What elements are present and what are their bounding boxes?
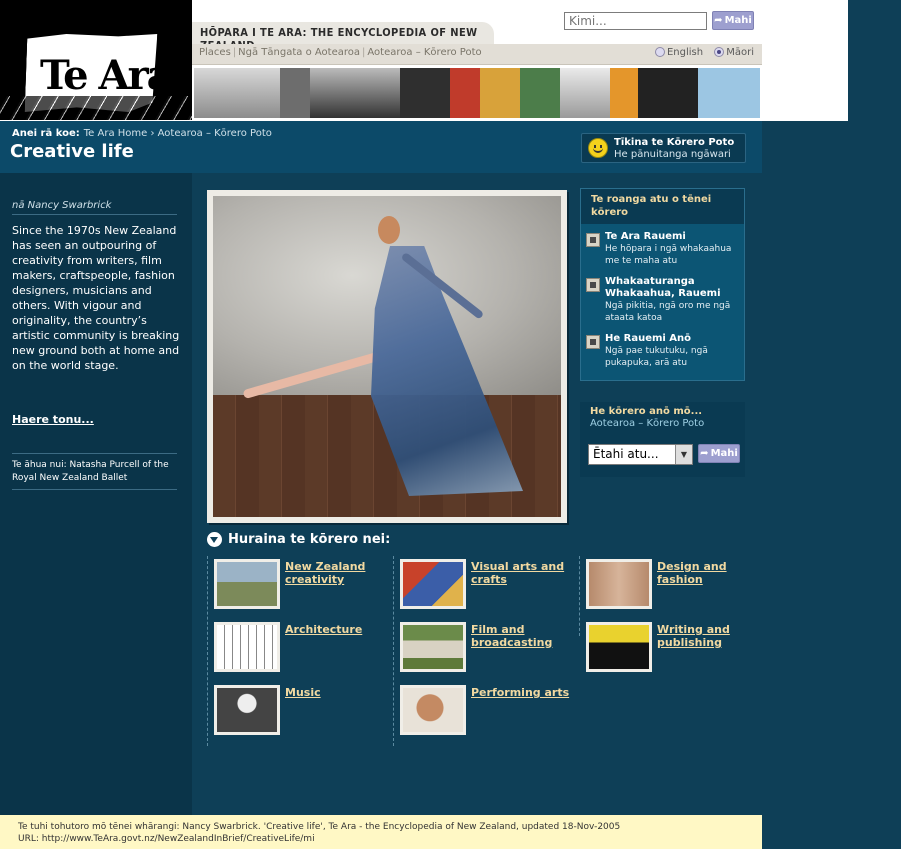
nav-link-places[interactable]: Places bbox=[199, 47, 231, 58]
nav-bar: Places | Ngā Tāngata o Aotearoa | Aotearoa –… bbox=[192, 44, 762, 65]
topic-link[interactable]: Design and fashion bbox=[657, 560, 762, 586]
arrow-icon: ➦ bbox=[714, 15, 723, 26]
hero-image-frame bbox=[207, 190, 567, 523]
breadcrumb-links[interactable]: Te Ara Home › Aotearoa – Kōrero Poto bbox=[84, 128, 272, 139]
topic-thumbnail[interactable] bbox=[586, 559, 652, 609]
more-about-header: He kōrero anō mō... bbox=[590, 406, 703, 417]
camera-icon bbox=[586, 278, 600, 292]
easy-read-title: Tīkina te Kōrero Poto bbox=[614, 137, 735, 148]
topic-link[interactable]: New Zealand creativity bbox=[285, 560, 390, 586]
citation-text: Te tuhi tohutoro mō tēnei whārangi: Nanc… bbox=[18, 822, 621, 832]
author-byline: nā Nancy Swarbrick bbox=[12, 200, 177, 215]
english-radio[interactable] bbox=[654, 47, 665, 57]
read-more-link[interactable]: Haere tonu... bbox=[12, 413, 94, 426]
easy-read-subtitle: He pānuitanga ngāwari bbox=[614, 149, 731, 160]
explore-heading-label: Huraina te kōrero nei: bbox=[228, 532, 391, 547]
topic-item[interactable]: Performing arts bbox=[400, 685, 580, 740]
resource-title[interactable]: Te Ara Rauemi bbox=[605, 231, 740, 243]
intro-text: Since the 1970s New Zealand has seen an … bbox=[12, 224, 180, 372]
breadcrumb-label: Anei rā koe: bbox=[12, 128, 80, 139]
topic-item[interactable]: Music bbox=[214, 685, 394, 740]
topic-select-value: Ētahi atu... bbox=[593, 447, 659, 461]
topic-item[interactable]: Visual arts and crafts bbox=[400, 559, 580, 614]
te-ara-logo[interactable]: Te Ara bbox=[0, 0, 192, 120]
explore-heading[interactable]: Huraina te kōrero nei: bbox=[207, 532, 390, 547]
topic-link[interactable]: Performing arts bbox=[471, 686, 576, 699]
topic-thumbnail[interactable] bbox=[214, 622, 280, 672]
column-divider bbox=[207, 556, 208, 746]
resource-item[interactable]: Te Ara Rauemi He hōpara i ngā whakaahua … bbox=[581, 228, 744, 270]
more-about-box: He kōrero anō mō... Aotearoa – Kōrero Po… bbox=[580, 402, 745, 477]
resource-title[interactable]: He Rauemi Anō bbox=[605, 333, 740, 345]
topic-item[interactable]: Design and fashion bbox=[586, 559, 766, 614]
topic-thumbnail[interactable] bbox=[400, 622, 466, 672]
language-switch: English Māori bbox=[647, 47, 754, 58]
easy-read-button[interactable]: Tīkina te Kōrero Poto He pānuitanga ngāw… bbox=[581, 133, 746, 163]
maori-radio[interactable] bbox=[714, 47, 725, 57]
topic-item[interactable]: Architecture bbox=[214, 622, 394, 677]
more-about-sub: Aotearoa – Kōrero Poto bbox=[590, 418, 705, 429]
topic-link[interactable]: Writing and publishing bbox=[657, 623, 762, 649]
topic-link[interactable]: Film and broadcasting bbox=[471, 623, 576, 649]
go-button-label: Mahi bbox=[710, 448, 738, 459]
topic-thumbnail[interactable] bbox=[400, 559, 466, 609]
expand-arrow-icon bbox=[207, 532, 222, 547]
resource-item[interactable]: Whakaaturanga Whakaahua, Rauemi Ngā piki… bbox=[581, 273, 744, 327]
topic-thumbnail[interactable] bbox=[214, 685, 280, 735]
resource-desc: Ngā pae tukutuku, ngā pukapuka, arā atu bbox=[605, 346, 708, 368]
resource-item[interactable]: He Rauemi Anō Ngā pae tukutuku, ngā puka… bbox=[581, 330, 744, 372]
page-title: Creative life bbox=[10, 141, 134, 162]
search-input[interactable] bbox=[564, 12, 707, 30]
resources-header: Te roanga atu o tēnei kōrero bbox=[581, 189, 744, 224]
citation-footer: Te tuhi tohutoro mō tēnei whārangi: Nanc… bbox=[0, 815, 762, 849]
search-button-label: Mahi bbox=[724, 15, 752, 26]
site-header: Te Ara HŌPARA I TE ARA: THE ENCYCLOPEDIA… bbox=[0, 0, 848, 121]
topic-item[interactable]: Film and broadcasting bbox=[400, 622, 580, 677]
topic-link[interactable]: Architecture bbox=[285, 623, 390, 636]
ballet-dancer-image[interactable] bbox=[213, 196, 561, 517]
citation-url: URL: http://www.TeAra.govt.nz/NewZealand… bbox=[18, 834, 315, 844]
nav-link-people[interactable]: Ngā Tāngata o Aotearoa bbox=[238, 47, 360, 58]
site-title-tab: HŌPARA I TE ARA: THE ENCYCLOPEDIA OF NEW… bbox=[192, 22, 494, 52]
topic-select[interactable]: Ētahi atu... ▼ bbox=[588, 444, 693, 465]
topic-thumbnail[interactable] bbox=[400, 685, 466, 735]
nav-link-nz-in-brief[interactable]: Aotearoa – Kōrero Poto bbox=[367, 47, 481, 58]
topic-thumbnail[interactable] bbox=[586, 622, 652, 672]
arrow-icon: ➦ bbox=[700, 448, 709, 459]
resource-title[interactable]: Whakaaturanga Whakaahua, Rauemi bbox=[605, 276, 740, 300]
resource-desc: Ngā pikitia, ngā oro me ngā ataata katoa bbox=[605, 301, 731, 323]
image-caption: Te āhua nui: Natasha Purcell of the Roya… bbox=[12, 453, 177, 490]
resource-desc: He hōpara i ngā whakaahua me te maha atu bbox=[605, 244, 732, 266]
go-button[interactable]: ➦ Mahi bbox=[698, 444, 740, 463]
topic-link[interactable]: Visual arts and crafts bbox=[471, 560, 576, 586]
english-label[interactable]: English bbox=[667, 47, 703, 58]
breadcrumb: Anei rā koe: Te Ara Home › Aotearoa – Kōr… bbox=[12, 128, 272, 139]
topic-link[interactable]: Music bbox=[285, 686, 390, 699]
chevron-down-icon[interactable]: ▼ bbox=[675, 445, 692, 464]
banner-collage bbox=[194, 68, 760, 118]
search-button[interactable]: ➦ Mahi bbox=[712, 11, 754, 30]
subheader: Anei rā koe: Te Ara Home › Aotearoa – Kōr… bbox=[0, 121, 762, 173]
left-column: nā Nancy Swarbrick Since the 1970s New Z… bbox=[0, 173, 192, 815]
resources-box: Te roanga atu o tēnei kōrero Te Ara Raue… bbox=[580, 188, 745, 381]
topic-item[interactable]: Writing and publishing bbox=[586, 622, 766, 677]
document-icon bbox=[586, 335, 600, 349]
map-icon bbox=[586, 233, 600, 247]
maori-label[interactable]: Māori bbox=[726, 47, 754, 58]
main-content: Te roanga atu o tēnei kōrero Te Ara Raue… bbox=[192, 173, 762, 815]
topic-thumbnail[interactable] bbox=[214, 559, 280, 609]
smiley-icon bbox=[588, 138, 608, 158]
topic-item[interactable]: New Zealand creativity bbox=[214, 559, 394, 614]
